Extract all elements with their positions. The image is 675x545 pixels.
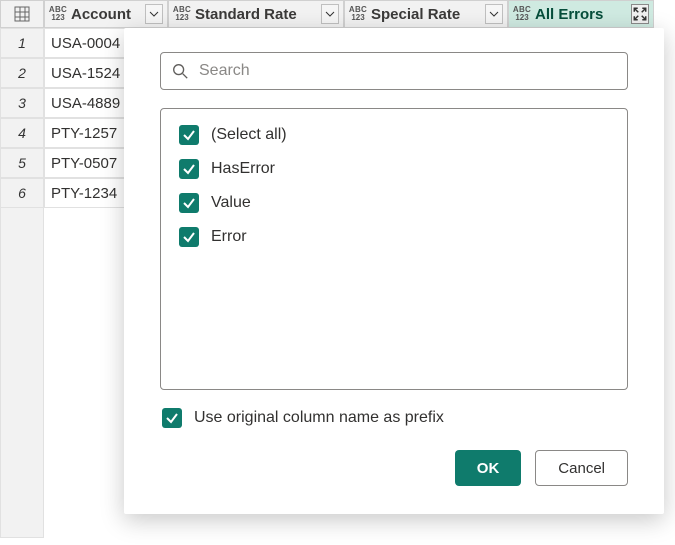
dialog-button-row: OK Cancel	[160, 450, 628, 486]
chevron-down-icon	[149, 9, 159, 19]
checkbox-checked-icon	[179, 227, 199, 247]
option-label: Error	[211, 228, 247, 246]
column-header-label: Standard Rate	[195, 6, 297, 23]
column-expand-toggle[interactable]	[631, 4, 649, 24]
option-label: (Select all)	[211, 126, 287, 144]
option-value[interactable]: Value	[179, 193, 609, 213]
use-prefix-checkbox[interactable]: Use original column name as prefix	[160, 408, 628, 428]
option-label: Value	[211, 194, 251, 212]
option-error[interactable]: Error	[179, 227, 609, 247]
checkbox-checked-icon	[179, 125, 199, 145]
expand-icon	[632, 6, 648, 22]
select-all-corner[interactable]	[0, 0, 44, 28]
column-filter-toggle[interactable]	[485, 4, 503, 24]
column-header-standard-rate[interactable]: ABC123 Standard Rate	[168, 0, 344, 28]
column-header-label: Account	[71, 6, 131, 23]
column-header-special-rate[interactable]: ABC123 Special Rate	[344, 0, 508, 28]
type-badge-any-icon: ABC123	[49, 6, 67, 22]
column-header-row: ABC123 Account ABC123 Standard Rate ABC1…	[0, 0, 654, 28]
column-header-account[interactable]: ABC123 Account	[44, 0, 168, 28]
search-icon	[171, 62, 189, 80]
expand-column-dialog: (Select all) HasError Value Error Use or…	[124, 28, 664, 514]
type-badge-any-icon: ABC123	[173, 6, 191, 22]
type-badge-any-icon: ABC123	[513, 6, 531, 22]
search-field-wrapper[interactable]	[160, 52, 628, 90]
use-prefix-label: Use original column name as prefix	[194, 409, 444, 427]
option-label: HasError	[211, 160, 275, 178]
ok-button[interactable]: OK	[455, 450, 522, 486]
column-header-label: All Errors	[535, 6, 603, 23]
chevron-down-icon	[325, 9, 335, 19]
column-options-list: (Select all) HasError Value Error	[160, 108, 628, 390]
checkbox-checked-icon	[162, 408, 182, 428]
table-icon	[14, 6, 30, 22]
column-filter-toggle[interactable]	[145, 4, 163, 24]
checkbox-checked-icon	[179, 193, 199, 213]
row-number[interactable]: 4	[0, 118, 44, 148]
search-input[interactable]	[197, 61, 617, 81]
row-number[interactable]: 1	[0, 28, 44, 58]
row-number[interactable]: 5	[0, 148, 44, 178]
column-header-all-errors[interactable]: ABC123 All Errors	[508, 0, 654, 28]
option-select-all[interactable]: (Select all)	[179, 125, 609, 145]
chevron-down-icon	[489, 9, 499, 19]
column-header-label: Special Rate	[371, 6, 460, 23]
row-number[interactable]: 6	[0, 178, 44, 208]
cancel-button[interactable]: Cancel	[535, 450, 628, 486]
row-number[interactable]: 3	[0, 88, 44, 118]
type-badge-any-icon: ABC123	[349, 6, 367, 22]
column-filter-toggle[interactable]	[321, 4, 339, 24]
option-has-error[interactable]: HasError	[179, 159, 609, 179]
checkbox-checked-icon	[179, 159, 199, 179]
row-number[interactable]: 2	[0, 58, 44, 88]
